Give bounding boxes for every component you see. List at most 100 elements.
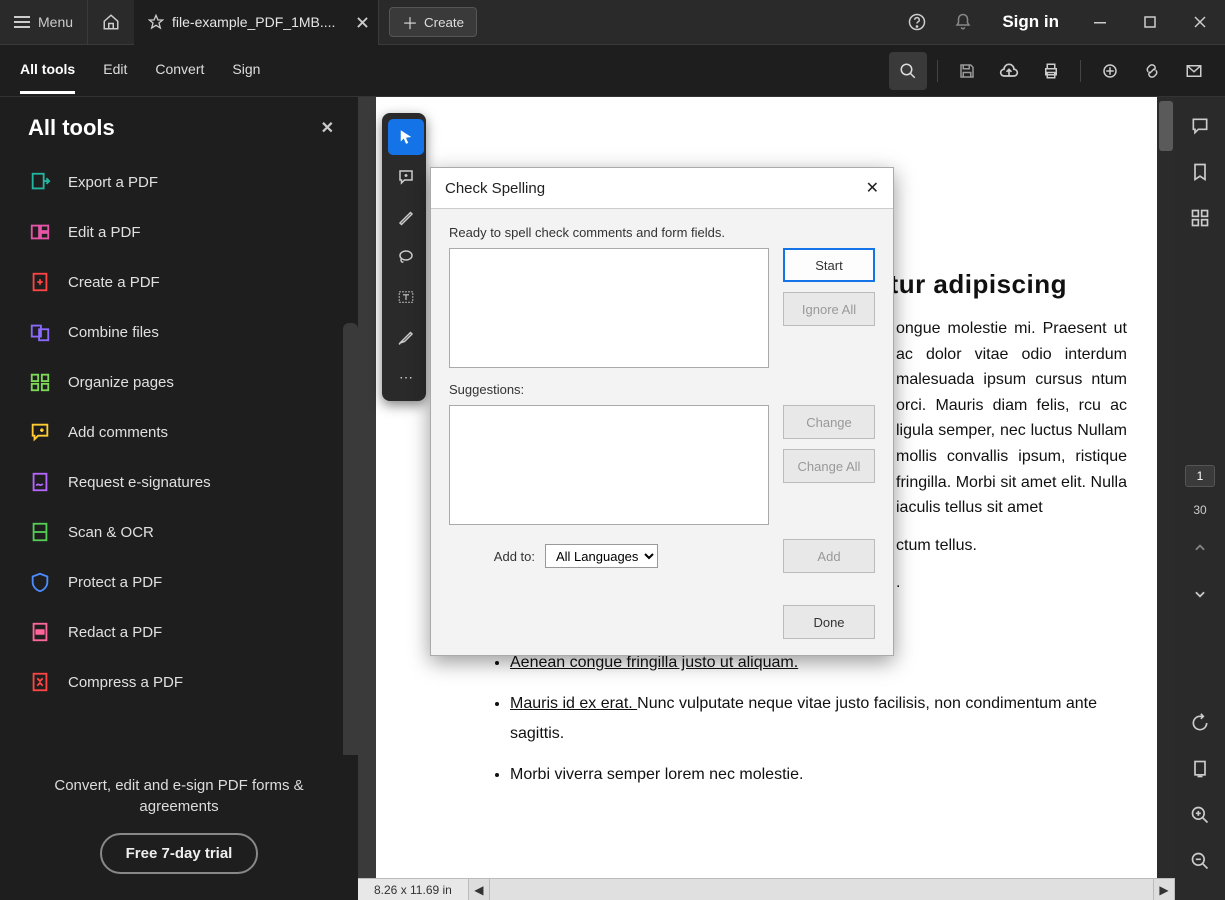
comment-plus-icon bbox=[397, 168, 415, 186]
tool-combine-files[interactable]: Combine files bbox=[0, 307, 358, 357]
export-icon bbox=[28, 170, 52, 194]
cloud-icon bbox=[999, 61, 1019, 81]
lasso-icon bbox=[397, 248, 415, 266]
notifications-button[interactable] bbox=[940, 0, 986, 45]
total-pages: 30 bbox=[1193, 503, 1206, 517]
comments-panel-button[interactable] bbox=[1185, 111, 1215, 141]
organize-icon bbox=[28, 370, 52, 394]
vertical-scrollbar-track[interactable] bbox=[1157, 97, 1175, 878]
window-minimize[interactable] bbox=[1075, 0, 1125, 45]
text-box-tool[interactable] bbox=[388, 279, 424, 315]
grid-icon bbox=[1190, 208, 1210, 228]
current-page-input[interactable]: 1 bbox=[1185, 465, 1215, 487]
draw-tool[interactable] bbox=[388, 239, 424, 275]
document-viewport[interactable]: n ctetur adipiscing ongue molestie mi. P… bbox=[358, 97, 1175, 878]
tab-all-tools[interactable]: All tools bbox=[20, 47, 75, 94]
highlighter-icon bbox=[397, 208, 415, 226]
comments-icon bbox=[28, 420, 52, 444]
tool-label: Scan & OCR bbox=[68, 524, 154, 541]
right-rail: 1 30 bbox=[1175, 97, 1225, 900]
menu-button[interactable]: Menu bbox=[0, 0, 88, 45]
tools-list: Export a PDF Edit a PDF Create a PDF Com… bbox=[0, 153, 358, 755]
window-close[interactable] bbox=[1175, 0, 1225, 45]
print-button[interactable] bbox=[1032, 52, 1070, 90]
create-button[interactable]: ＋ Create bbox=[389, 7, 477, 37]
change-all-button[interactable]: Change All bbox=[783, 449, 875, 483]
search-icon bbox=[899, 62, 917, 80]
word-input-box[interactable] bbox=[449, 248, 769, 368]
start-button[interactable]: Start bbox=[783, 248, 875, 282]
tool-redact-pdf[interactable]: Redact a PDF bbox=[0, 607, 358, 657]
tool-scan-ocr[interactable]: Scan & OCR bbox=[0, 507, 358, 557]
tool-compress-pdf[interactable]: Compress a PDF bbox=[0, 657, 358, 707]
page-down-button[interactable] bbox=[1185, 579, 1215, 609]
free-trial-button[interactable]: Free 7-day trial bbox=[100, 833, 259, 874]
ignore-all-button[interactable]: Ignore All bbox=[783, 292, 875, 326]
zoom-out-button[interactable] bbox=[1185, 846, 1215, 876]
suggestions-box[interactable] bbox=[449, 405, 769, 525]
separator bbox=[1080, 60, 1081, 82]
tool-protect-pdf[interactable]: Protect a PDF bbox=[0, 557, 358, 607]
sidebar-scrollbar[interactable] bbox=[343, 323, 358, 755]
tool-request-esign[interactable]: Request e-signatures bbox=[0, 457, 358, 507]
more-tools[interactable]: ⋯ bbox=[388, 359, 424, 395]
sparkle-icon bbox=[1101, 62, 1119, 80]
link-icon bbox=[1143, 62, 1161, 80]
sign-in-button[interactable]: Sign in bbox=[986, 12, 1075, 32]
tool-create-pdf[interactable]: Create a PDF bbox=[0, 257, 358, 307]
sign-tool[interactable] bbox=[388, 319, 424, 355]
textbox-icon bbox=[397, 288, 415, 306]
esign-icon bbox=[28, 470, 52, 494]
change-button[interactable]: Change bbox=[783, 405, 875, 439]
maximize-icon bbox=[1144, 16, 1156, 28]
hamburger-icon bbox=[14, 16, 30, 28]
close-tab-icon[interactable] bbox=[357, 17, 368, 28]
home-button[interactable] bbox=[88, 0, 134, 45]
ellipsis-icon: ⋯ bbox=[399, 369, 413, 386]
email-button[interactable] bbox=[1175, 52, 1213, 90]
search-button[interactable] bbox=[889, 52, 927, 90]
vertical-scrollbar-thumb[interactable] bbox=[1159, 101, 1173, 151]
close-sidebar-button[interactable]: ✕ bbox=[321, 118, 334, 138]
add-to-select[interactable]: All Languages bbox=[545, 544, 658, 568]
bookmarks-panel-button[interactable] bbox=[1185, 157, 1215, 187]
tool-edit-pdf[interactable]: Edit a PDF bbox=[0, 207, 358, 257]
ai-assistant-button[interactable] bbox=[1091, 52, 1129, 90]
titlebar: Menu file-example_PDF_1MB.... ＋ Create S… bbox=[0, 0, 1225, 45]
help-button[interactable] bbox=[894, 0, 940, 45]
save-button[interactable] bbox=[948, 52, 986, 90]
window-maximize[interactable] bbox=[1125, 0, 1175, 45]
document-tab[interactable]: file-example_PDF_1MB.... bbox=[134, 0, 379, 45]
tab-sign[interactable]: Sign bbox=[232, 47, 260, 94]
dialog-close-button[interactable]: ✕ bbox=[866, 178, 879, 198]
highlight-tool[interactable] bbox=[388, 199, 424, 235]
zoom-in-button[interactable] bbox=[1185, 800, 1215, 830]
rotate-icon bbox=[1190, 713, 1210, 733]
hscroll-right[interactable]: ▶ bbox=[1153, 879, 1175, 900]
list-item: Mauris id ex erat. Nunc vulputate neque … bbox=[510, 689, 1127, 750]
select-tool[interactable] bbox=[388, 119, 424, 155]
pen-icon bbox=[397, 328, 415, 346]
tab-edit[interactable]: Edit bbox=[103, 47, 127, 94]
redact-icon bbox=[28, 620, 52, 644]
cloud-upload-button[interactable] bbox=[990, 52, 1028, 90]
tab-convert[interactable]: Convert bbox=[155, 47, 204, 94]
tool-export-pdf[interactable]: Export a PDF bbox=[0, 157, 358, 207]
pdf-page: n ctetur adipiscing ongue molestie mi. P… bbox=[376, 97, 1157, 878]
hscroll-left[interactable]: ◀ bbox=[468, 879, 490, 900]
rotate-button[interactable] bbox=[1185, 708, 1215, 738]
add-text-comment-tool[interactable] bbox=[388, 159, 424, 195]
page-fit-button[interactable] bbox=[1185, 754, 1215, 784]
page-up-button[interactable] bbox=[1185, 533, 1215, 563]
hscroll-track[interactable] bbox=[490, 879, 1153, 900]
plus-icon: ＋ bbox=[402, 10, 418, 34]
tool-add-comments[interactable]: Add comments bbox=[0, 407, 358, 457]
tool-label: Export a PDF bbox=[68, 174, 158, 191]
add-button[interactable]: Add bbox=[783, 539, 875, 573]
link-button[interactable] bbox=[1133, 52, 1171, 90]
thumbnails-panel-button[interactable] bbox=[1185, 203, 1215, 233]
tool-label: Combine files bbox=[68, 324, 159, 341]
tool-organize-pages[interactable]: Organize pages bbox=[0, 357, 358, 407]
done-button[interactable]: Done bbox=[783, 605, 875, 639]
protect-icon bbox=[28, 570, 52, 594]
